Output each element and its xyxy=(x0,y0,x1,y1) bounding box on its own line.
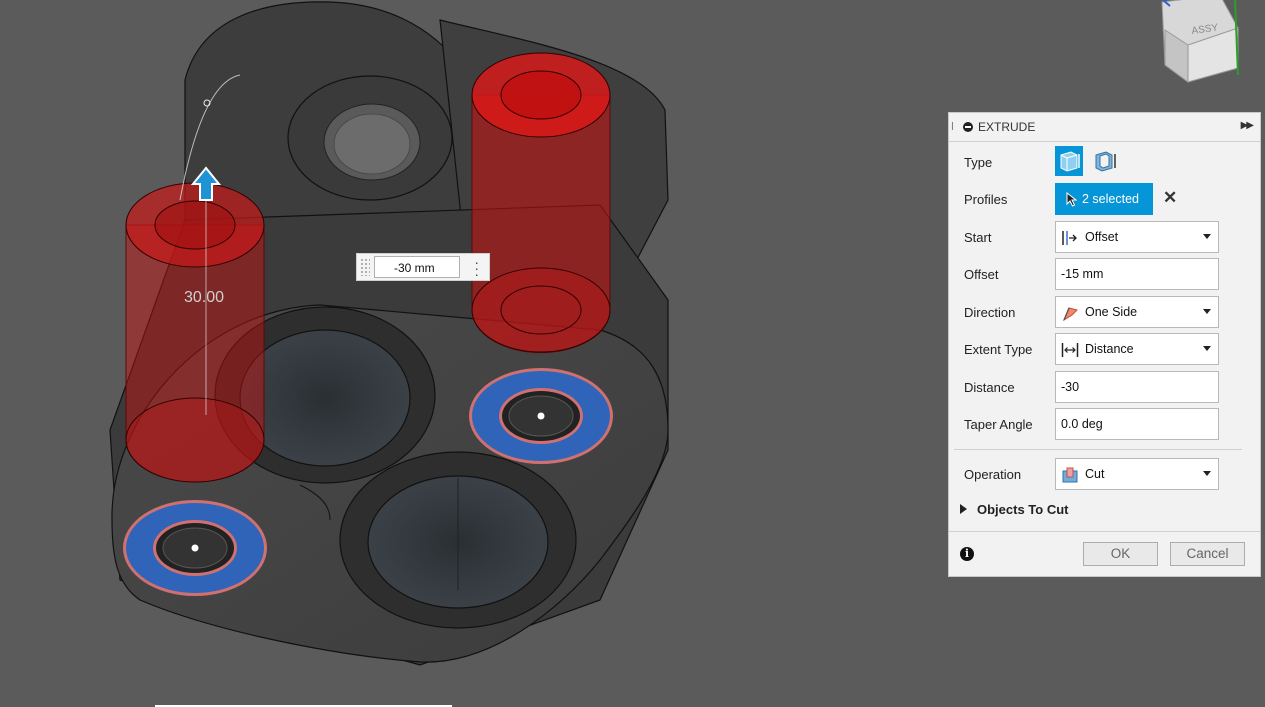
offset-label: Offset xyxy=(964,267,999,282)
dimension-label: 30.00 xyxy=(184,289,224,306)
taper-angle-row: Taper Angle 0.0 deg xyxy=(949,408,1260,440)
operation-dropdown[interactable]: Cut xyxy=(1055,458,1219,490)
operation-label: Operation xyxy=(964,467,1022,482)
distance-value: -30 xyxy=(1061,380,1080,394)
objects-to-cut-label: Objects To Cut xyxy=(977,502,1069,517)
distance-arrows-icon xyxy=(1061,343,1079,357)
info-icon[interactable]: i xyxy=(960,547,974,561)
thin-extrude-icon[interactable] xyxy=(1091,146,1119,176)
direction-value: One Side xyxy=(1085,305,1138,319)
offset-row: Offset -15 mm xyxy=(949,258,1260,290)
offset-value: -15 mm xyxy=(1061,267,1104,281)
type-label: Type xyxy=(964,155,993,170)
direction-label: Direction xyxy=(964,305,1016,320)
ok-button[interactable]: OK xyxy=(1083,542,1158,566)
solid-extrude-icon[interactable] xyxy=(1055,146,1083,176)
objects-to-cut-toggle[interactable]: Objects To Cut xyxy=(960,502,1068,517)
minus-circle-icon xyxy=(963,122,973,132)
extrude-preview-left: 30.00 xyxy=(125,182,265,483)
extrude-preview-right xyxy=(471,52,611,354)
distance-input-field[interactable]: -30 mm xyxy=(374,256,460,278)
profiles-value: 2 selected xyxy=(1082,192,1139,206)
cut-operation-icon xyxy=(1062,467,1078,483)
caret-right-icon xyxy=(960,504,967,514)
distance-row: Distance -30 xyxy=(949,371,1260,403)
chevron-down-icon xyxy=(1203,346,1211,351)
operation-value: Cut xyxy=(1085,467,1105,481)
profiles-row: Profiles 2 selected ✕ xyxy=(949,183,1260,215)
taper-angle-value: 0.0 deg xyxy=(1061,417,1103,431)
start-label: Start xyxy=(964,230,992,245)
extrude-dialog: ǀ EXTRUDE ▶▶ Type Profiles 2 selected ✕ … xyxy=(948,112,1261,577)
close-icon[interactable]: ✕ xyxy=(1163,188,1177,208)
extent-type-dropdown[interactable]: Distance xyxy=(1055,333,1219,365)
one-side-flag-icon xyxy=(1063,307,1078,321)
view-cube[interactable]: ASSY xyxy=(1161,0,1239,83)
chevron-down-icon xyxy=(1203,471,1211,476)
drag-handle[interactable] xyxy=(360,258,370,276)
selected-profile-right[interactable] xyxy=(469,368,613,464)
taper-angle-label: Taper Angle xyxy=(964,417,1033,432)
selected-profile-left[interactable] xyxy=(123,500,267,596)
chevron-down-icon xyxy=(1203,309,1211,314)
profiles-label: Profiles xyxy=(964,192,1008,207)
extent-type-row: Extent Type Distance xyxy=(949,333,1260,365)
distance-input[interactable]: -30 xyxy=(1055,371,1219,403)
extent-type-label: Extent Type xyxy=(964,342,1033,357)
dialog-header[interactable]: ǀ EXTRUDE ▶▶ xyxy=(949,113,1260,142)
section-divider xyxy=(954,449,1242,450)
start-value: Offset xyxy=(1085,230,1119,244)
profiles-select-button[interactable]: 2 selected xyxy=(1055,183,1153,215)
footer-divider xyxy=(949,531,1260,532)
distance-input-value: -30 mm xyxy=(394,261,435,275)
double-chevron-right-icon[interactable]: ▶▶ xyxy=(1241,120,1254,131)
more-options-icon[interactable]: · · · xyxy=(474,255,479,281)
taper-angle-input[interactable]: 0.0 deg xyxy=(1055,408,1219,440)
offset-start-icon xyxy=(1062,231,1077,245)
direction-row: Direction One Side xyxy=(949,296,1260,328)
operation-row: Operation Cut xyxy=(949,458,1260,490)
dialog-title: EXTRUDE xyxy=(978,120,1036,134)
cursor-arrow-icon xyxy=(1066,192,1078,207)
chevron-down-icon xyxy=(1203,234,1211,239)
type-row: Type xyxy=(949,146,1260,178)
distance-label: Distance xyxy=(964,380,1015,395)
cancel-button[interactable]: Cancel xyxy=(1170,542,1245,566)
direction-dropdown[interactable]: One Side xyxy=(1055,296,1219,328)
extent-type-value: Distance xyxy=(1085,342,1134,356)
start-dropdown[interactable]: Offset xyxy=(1055,221,1219,253)
distance-heads-up-input[interactable]: -30 mm · · · xyxy=(356,253,490,281)
offset-input[interactable]: -15 mm xyxy=(1055,258,1219,290)
dialog-grip-icon[interactable]: ǀ xyxy=(951,121,957,133)
start-row: Start Offset xyxy=(949,221,1260,253)
